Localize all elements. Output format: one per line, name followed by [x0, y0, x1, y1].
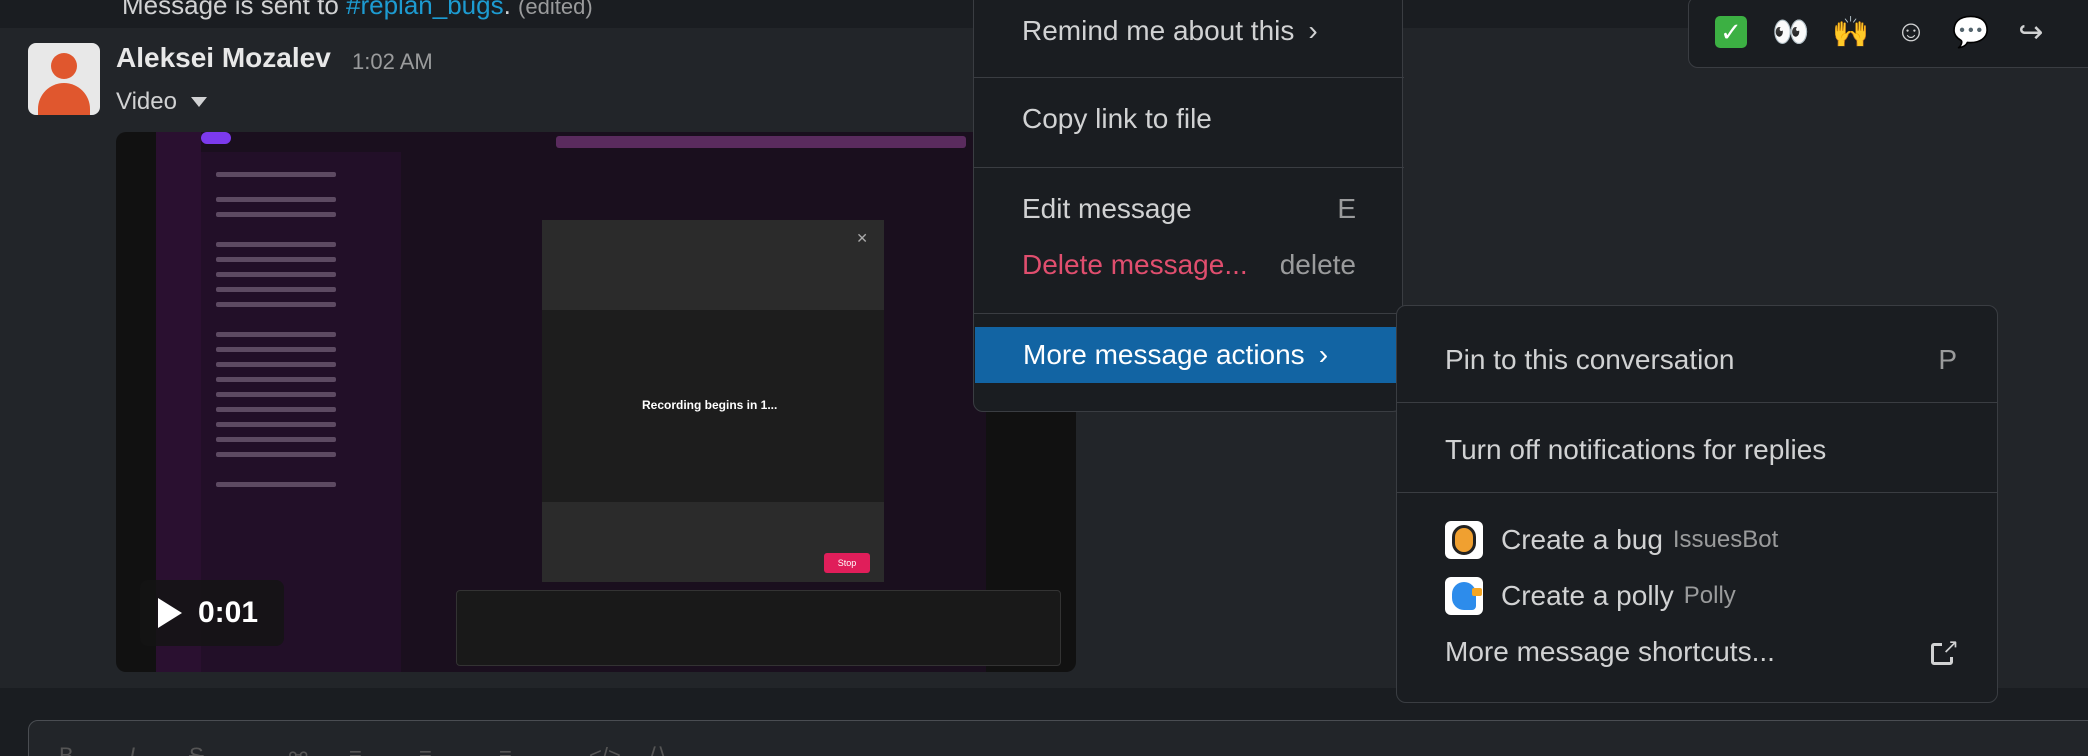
message-author[interactable]: Aleksei Mozalev [116, 42, 331, 74]
menu-divider [1397, 492, 1997, 493]
app-name: IssuesBot [1672, 526, 1779, 553]
app-name: Polly [1683, 582, 1736, 609]
blockquote-icon[interactable]: ≡ [499, 743, 512, 756]
submenu-item-create-bug[interactable]: Create a bug IssuesBot [1397, 512, 1997, 568]
issuesbot-icon [1445, 521, 1483, 559]
chevron-right-icon: › [1308, 15, 1318, 46]
file-label[interactable]: Video [116, 88, 207, 116]
more-actions-submenu: Pin to this conversation P Turn off noti… [1396, 305, 1998, 703]
menu-divider [1397, 402, 1997, 403]
menu-item-remind[interactable]: Remind me about this › [974, 3, 1404, 59]
reply-thread-button[interactable]: 💬 [1943, 4, 1999, 60]
recording-modal: ✕ Recording begins in 1... Stop [542, 220, 884, 582]
message-composer[interactable]: B I S ⚯ ≡ ≡ ≡ </> ⟨⟩ [28, 720, 2088, 756]
menu-divider [974, 77, 1404, 78]
share-icon: ↪ [2018, 15, 2044, 49]
bold-icon[interactable]: B [59, 743, 74, 756]
stop-button: Stop [824, 553, 870, 573]
italic-icon[interactable]: I [129, 743, 135, 756]
avatar[interactable] [28, 43, 100, 115]
bullet-list-icon[interactable]: ≡ [419, 743, 432, 756]
check-icon: ✓ [1715, 16, 1747, 48]
eyes-icon: 👀 [1772, 15, 1810, 49]
chevron-right-icon: › [1318, 339, 1329, 370]
react-eyes-button[interactable]: 👀 [1763, 4, 1819, 60]
polly-icon [1445, 577, 1483, 615]
message-actions-bar: ✓ 👀 🙌 ☺ 💬 ↪ [1688, 0, 2088, 68]
add-reaction-icon: ☺ [1895, 15, 1927, 48]
submenu-item-create-polly[interactable]: Create a polly Polly [1397, 568, 1997, 624]
chevron-down-icon [190, 97, 207, 107]
strikethrough-icon[interactable]: S [189, 743, 204, 756]
react-raised-hands-button[interactable]: 🙌 [1823, 4, 1879, 60]
thread-icon: 💬 [1952, 15, 1990, 49]
add-reaction-button[interactable]: ☺ [1883, 4, 1939, 60]
submenu-item-pin[interactable]: Pin to this conversation P [1397, 332, 1997, 388]
code-icon[interactable]: </> [589, 743, 621, 756]
edit-shortcut: E [1337, 193, 1356, 224]
recording-text: Recording begins in 1... [642, 398, 778, 412]
menu-item-copy-link[interactable]: Copy link to file [974, 91, 1404, 147]
message-context-menu: Remind me about this › Copy link to file… [973, 0, 1404, 412]
react-check-button[interactable]: ✓ [1703, 4, 1759, 60]
menu-item-more-actions[interactable]: More message actions › [975, 327, 1403, 383]
menu-item-delete[interactable]: Delete message... delete [974, 237, 1404, 293]
video-duration: 0:01 [198, 596, 259, 629]
code-block-icon[interactable]: ⟨⟩ [649, 743, 666, 756]
message-timestamp[interactable]: 1:02 AM [352, 49, 433, 75]
previous-message-text: Message is sent to #replan_bugs. (edited… [122, 0, 593, 21]
submenu-item-more-shortcuts[interactable]: More message shortcuts... ↗ [1397, 624, 1997, 680]
edited-label: (edited) [518, 0, 593, 19]
delete-shortcut: delete [1279, 249, 1356, 280]
pin-shortcut: P [1938, 344, 1957, 375]
play-button[interactable]: 0:01 [140, 580, 284, 646]
video-player[interactable]: ✕ Recording begins in 1... Stop 0:01 [116, 132, 1076, 672]
file-label-text: Video [116, 88, 177, 115]
channel-link[interactable]: #replan_bugs [346, 0, 504, 20]
submenu-item-turn-off-notifications[interactable]: Turn off notifications for replies [1397, 422, 1997, 478]
external-link-icon: ↗ [1931, 637, 1959, 665]
menu-item-edit[interactable]: Edit message E [974, 181, 1404, 237]
raised-hands-icon: 🙌 [1832, 15, 1870, 49]
menu-divider [974, 313, 1404, 314]
link-icon[interactable]: ⚯ [289, 743, 307, 756]
close-icon: ✕ [856, 230, 868, 246]
play-icon [158, 598, 182, 628]
ordered-list-icon[interactable]: ≡ [349, 743, 362, 756]
share-button[interactable]: ↪ [2003, 4, 2059, 60]
menu-divider [974, 167, 1404, 168]
